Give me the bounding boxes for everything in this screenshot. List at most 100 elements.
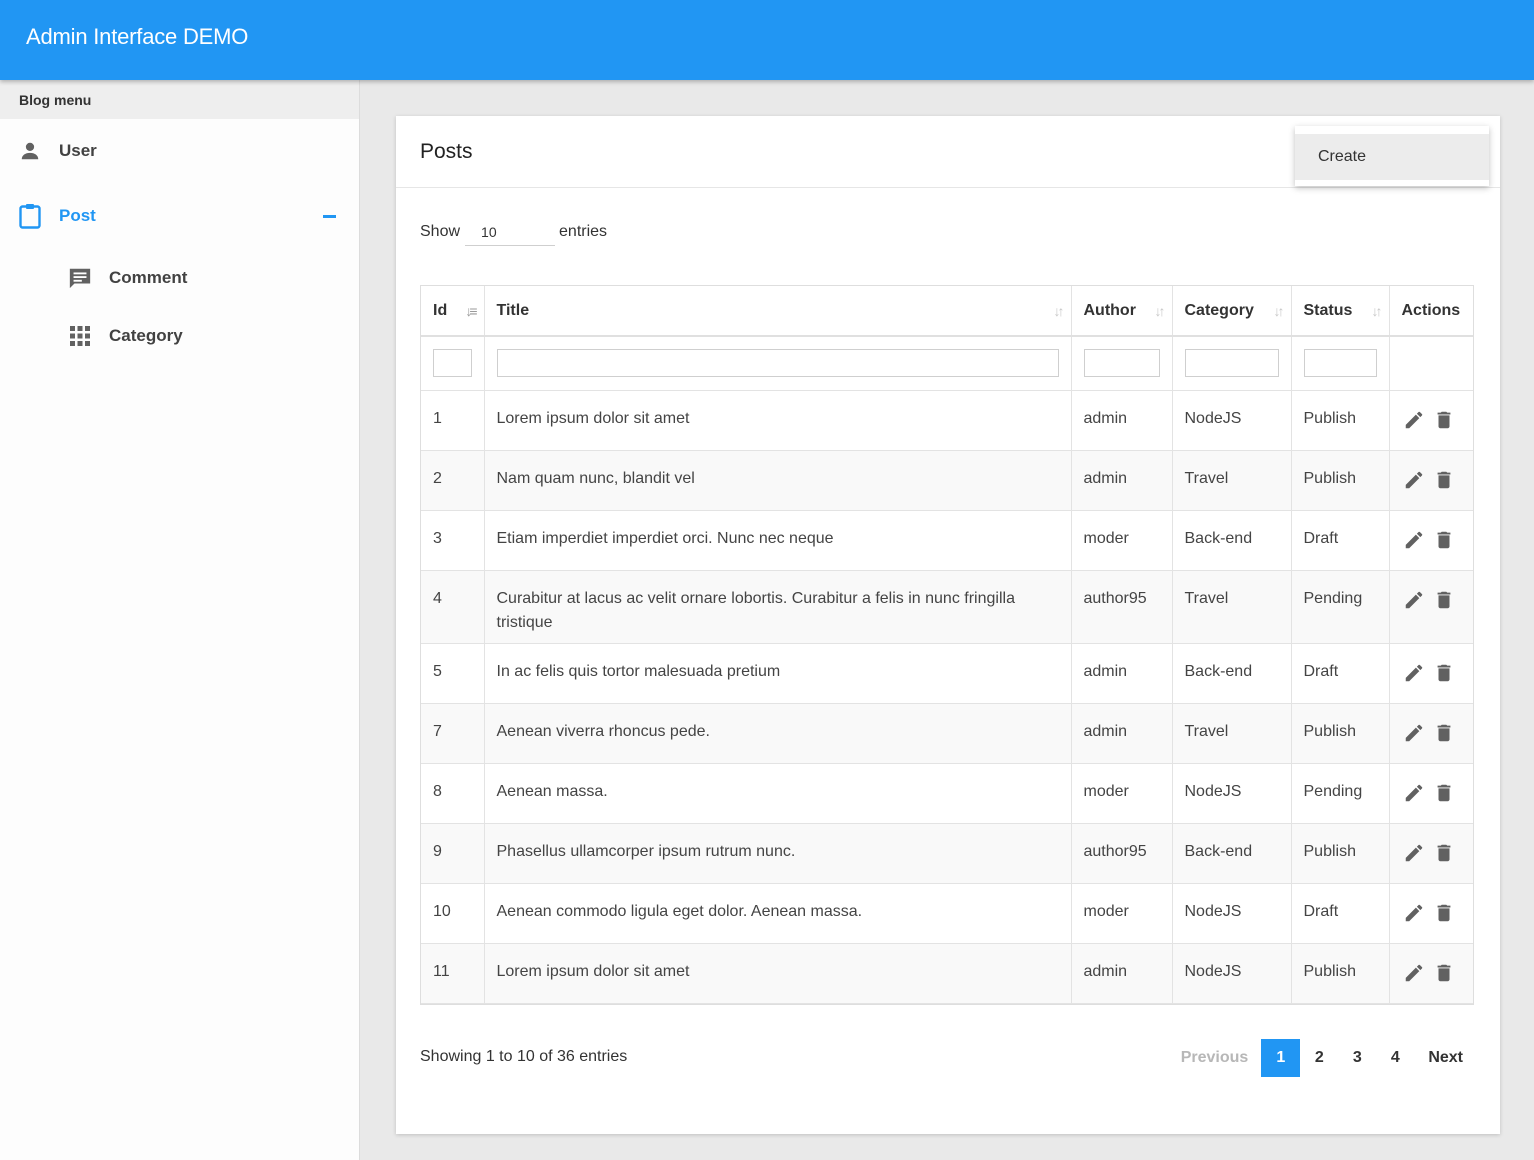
- column-header-id[interactable]: Id ↓≡: [421, 286, 485, 337]
- edit-icon[interactable]: [1402, 588, 1426, 612]
- delete-icon[interactable]: [1432, 841, 1456, 865]
- cell-author: admin: [1071, 643, 1173, 704]
- cell-id: 10: [421, 883, 485, 944]
- pagination: Previous 1 2 3 4 Next: [1170, 1039, 1474, 1077]
- create-button[interactable]: Create: [1295, 134, 1489, 180]
- row-actions: [1402, 900, 1462, 925]
- cell-actions: [1389, 883, 1473, 944]
- filter-id-input[interactable]: [433, 349, 472, 377]
- table-row: 11 Lorem ipsum dolor sit amet admin NodeJS P…: [421, 943, 1473, 1004]
- cell-category: Travel: [1172, 703, 1292, 764]
- edit-icon[interactable]: [1402, 721, 1426, 745]
- page-button[interactable]: 1: [1261, 1039, 1301, 1077]
- table-info: Showing 1 to 10 of 36 entries: [420, 1048, 628, 1065]
- app-title: Admin Interface DEMO: [26, 24, 249, 49]
- cell-status: Publish: [1291, 390, 1390, 451]
- cell-author: moder: [1071, 510, 1173, 571]
- cell-id: 8: [421, 763, 485, 824]
- row-actions: [1402, 467, 1462, 492]
- column-header-category[interactable]: Category ↓↑: [1172, 286, 1292, 337]
- delete-icon[interactable]: [1432, 468, 1456, 492]
- edit-icon[interactable]: [1402, 468, 1426, 492]
- delete-icon[interactable]: [1432, 661, 1456, 685]
- sort-icon: ↓↑: [1154, 303, 1166, 319]
- delete-icon[interactable]: [1432, 528, 1456, 552]
- edit-icon[interactable]: [1402, 901, 1426, 925]
- cell-id: 9: [421, 823, 485, 884]
- row-actions: [1402, 720, 1462, 745]
- column-header-title[interactable]: Title ↓↑: [484, 286, 1072, 337]
- delete-icon[interactable]: [1432, 721, 1456, 745]
- entries-per-page-select[interactable]: 10: [465, 218, 556, 246]
- edit-icon[interactable]: [1402, 781, 1426, 805]
- cell-category: NodeJS: [1172, 763, 1292, 824]
- collapse-icon[interactable]: [323, 214, 336, 218]
- row-actions: [1402, 780, 1462, 805]
- show-label: Show: [420, 223, 461, 240]
- sidebar-item-user[interactable]: User: [18, 139, 97, 163]
- create-menu: Create: [1295, 126, 1489, 186]
- edit-icon[interactable]: [1402, 528, 1426, 552]
- app-bar: Admin Interface DEMO: [0, 0, 1534, 80]
- cell-title: Nam quam nunc, blandit vel: [484, 450, 1072, 511]
- cell-author: admin: [1071, 450, 1173, 511]
- edit-icon[interactable]: [1402, 841, 1426, 865]
- cell-actions: [1389, 763, 1473, 824]
- sidebar-item-post[interactable]: Post: [18, 204, 336, 229]
- column-header-status[interactable]: Status ↓↑: [1291, 286, 1390, 337]
- filter-title-input[interactable]: [496, 349, 1059, 377]
- page-button[interactable]: 4: [1376, 1039, 1414, 1077]
- comment-icon: [68, 266, 92, 290]
- cell-title: Aenean massa.: [484, 763, 1072, 824]
- cell-title: Phasellus ullamcorper ipsum rutrum nunc.: [484, 823, 1072, 884]
- cell-author: admin: [1071, 703, 1173, 764]
- cell-author: moder: [1071, 883, 1173, 944]
- sidebar-item-label: User: [59, 141, 97, 160]
- cell-status: Publish: [1291, 823, 1390, 884]
- cell-title: Lorem ipsum dolor sit amet: [484, 390, 1072, 451]
- delete-icon[interactable]: [1432, 588, 1456, 612]
- cell-category: Back-end: [1172, 510, 1292, 571]
- cell-status: Pending: [1291, 763, 1390, 824]
- sidebar-item-label: Comment: [109, 268, 188, 287]
- delete-icon[interactable]: [1432, 901, 1456, 925]
- cell-id: 11: [421, 943, 485, 1004]
- table-row: 10 Aenean commodo ligula eget dolor. Aene…: [421, 883, 1473, 944]
- delete-icon[interactable]: [1432, 961, 1456, 985]
- next-page-button[interactable]: Next: [1414, 1039, 1474, 1077]
- table-row: 1 Lorem ipsum dolor sit amet admin NodeJS Pu…: [421, 390, 1473, 451]
- posts-card: Posts Create Show 10 entries Id ↓≡ Title ↓…: [396, 116, 1500, 1134]
- cell-category: Travel: [1172, 570, 1292, 644]
- delete-icon[interactable]: [1432, 408, 1456, 432]
- table-row: 9 Phasellus ullamcorper ipsum rutrum nunc…: [421, 823, 1473, 884]
- sidebar-item-comment[interactable]: Comment: [68, 266, 187, 290]
- cell-title: Curabitur at lacus ac velit ornare lobor…: [484, 570, 1072, 644]
- sidebar-item-category[interactable]: Category: [68, 324, 183, 348]
- edit-icon[interactable]: [1402, 661, 1426, 685]
- cell-category: Back-end: [1172, 643, 1292, 704]
- column-header-author[interactable]: Author ↓↑: [1071, 286, 1173, 337]
- sidebar-header: Blog menu: [0, 80, 359, 119]
- previous-page-button[interactable]: Previous: [1170, 1039, 1262, 1077]
- clipboard-icon: [18, 204, 42, 229]
- cell-id: 4: [421, 570, 485, 644]
- cell-actions: [1389, 570, 1473, 644]
- page-button[interactable]: 2: [1300, 1039, 1338, 1077]
- cell-actions: [1389, 943, 1473, 1004]
- edit-icon[interactable]: [1402, 961, 1426, 985]
- row-actions: [1402, 960, 1462, 985]
- person-icon: [18, 139, 42, 163]
- cell-status: Publish: [1291, 943, 1390, 1004]
- page-button[interactable]: 3: [1338, 1039, 1376, 1077]
- cell-status: Pending: [1291, 570, 1390, 644]
- filter-actions-cell: [1389, 336, 1473, 391]
- cell-actions: [1389, 643, 1473, 704]
- cell-id: 5: [421, 643, 485, 704]
- filter-status-input[interactable]: [1303, 349, 1377, 377]
- filter-category-input[interactable]: [1184, 349, 1279, 377]
- delete-icon[interactable]: [1432, 781, 1456, 805]
- filter-author-input[interactable]: [1083, 349, 1160, 377]
- edit-icon[interactable]: [1402, 408, 1426, 432]
- cell-status: Draft: [1291, 643, 1390, 704]
- cell-category: NodeJS: [1172, 390, 1292, 451]
